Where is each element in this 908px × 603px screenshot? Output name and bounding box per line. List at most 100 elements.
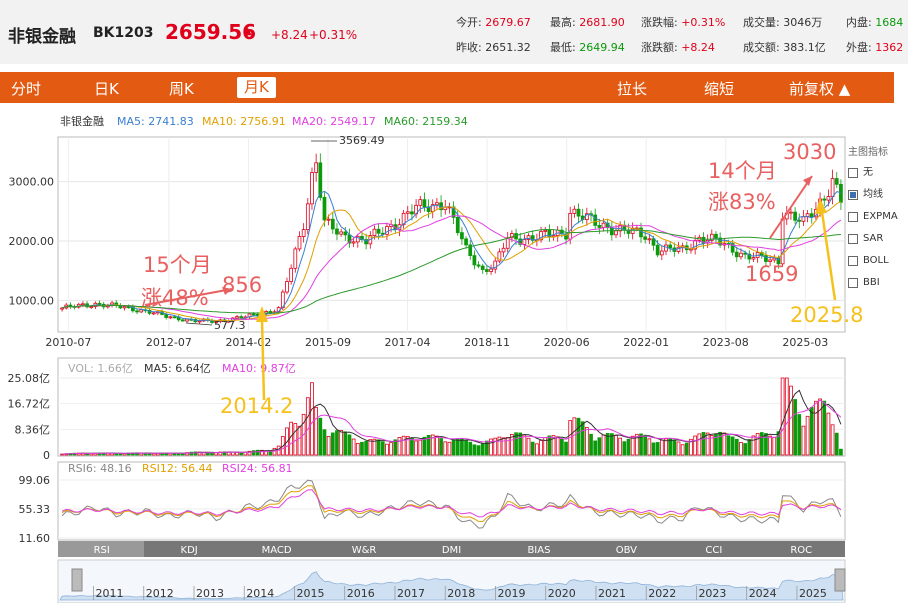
- annotation-1659: 1659: [745, 262, 799, 286]
- candle-body: [81, 303, 85, 306]
- volume-bar: [480, 443, 485, 456]
- volume-bar: [347, 434, 352, 456]
- volume-bar: [310, 382, 314, 456]
- annotation-3030: 3030: [783, 140, 837, 164]
- rsi-legend-rsi12: RSI12: 56.44: [142, 462, 213, 475]
- volume-bar: [668, 438, 673, 456]
- volume-bar: [585, 427, 589, 456]
- indicator-checkbox[interactable]: [848, 190, 858, 200]
- rsi-tick-label: 11.60: [19, 532, 51, 545]
- volume-bar: [693, 435, 698, 456]
- x-tick-label: 2022-01: [623, 336, 669, 349]
- y-tick-label: 3000.00: [9, 176, 55, 189]
- indicator-checkbox[interactable]: [848, 168, 858, 178]
- volume-bar: [805, 415, 810, 456]
- volume-bar: [722, 432, 727, 456]
- indicator-option-label: SAR: [863, 233, 884, 244]
- navigator-right-handle[interactable]: [834, 568, 846, 592]
- indicator-checkbox[interactable]: [848, 256, 858, 266]
- volume-bar: [755, 433, 760, 456]
- y-tick-label: 2000.00: [9, 235, 55, 248]
- candle-body: [122, 306, 127, 309]
- candle-body: [830, 178, 835, 197]
- indicator-tab-macd[interactable]: MACD: [262, 545, 292, 556]
- indicator-checkbox[interactable]: [848, 212, 858, 222]
- volume-bar: [593, 440, 598, 456]
- candle-body: [97, 302, 102, 305]
- navigator-left-handle[interactable]: [71, 568, 83, 592]
- candle-body: [734, 251, 739, 258]
- indicator-tab-obv[interactable]: OBV: [616, 545, 637, 556]
- volume-bar: [747, 439, 752, 456]
- indicator-option-2[interactable]: EXPMA: [848, 206, 908, 228]
- indicator-tab-roc[interactable]: ROC: [790, 545, 812, 556]
- rsi-legend-rsi24: RSI24: 56.81: [222, 462, 293, 475]
- candle-body: [659, 250, 664, 256]
- indicator-option-3[interactable]: SAR: [848, 228, 908, 250]
- price-change: +8.24: [271, 28, 308, 42]
- candle-body: [805, 213, 810, 217]
- volume-bar: [743, 443, 747, 456]
- legend-ma5: MA5: 2741.83: [117, 115, 194, 128]
- volume-bar: [818, 398, 822, 456]
- indicator-checkbox[interactable]: [848, 234, 858, 244]
- fuquan-dropdown[interactable]: 前复权 ▲: [789, 78, 850, 99]
- volume-bar: [343, 431, 348, 456]
- tab-month-k[interactable]: 月K: [237, 77, 276, 98]
- indicator-option-0[interactable]: 无: [848, 162, 908, 184]
- tab-week-k[interactable]: 周K: [169, 78, 194, 99]
- legend-ma10: MA10: 2756.91: [202, 115, 286, 128]
- indicator-option-1[interactable]: 均线: [848, 184, 908, 206]
- candle-body: [572, 208, 577, 214]
- volume-bar: [385, 443, 389, 456]
- indicator-option-4[interactable]: BOLL: [848, 250, 908, 272]
- volume-bar: [318, 417, 323, 456]
- period-tab-bar: 分时 日K 周K 月K 拉长 缩短 前复权 ▲: [0, 72, 894, 103]
- candle-body: [568, 213, 573, 240]
- indicator-tab-rsi[interactable]: RSI: [94, 545, 110, 556]
- indicator-tab-kdj[interactable]: KDJ: [181, 545, 198, 556]
- candle-body: [489, 268, 493, 272]
- volume-bar: [380, 441, 385, 456]
- volume-bar: [609, 433, 614, 456]
- volume-bar: [589, 433, 593, 456]
- candle-body: [318, 162, 323, 198]
- tab-fenshi[interactable]: 分时: [11, 78, 41, 99]
- indicator-tab-dmi[interactable]: DMI: [442, 545, 461, 556]
- quote-high: 最高: 2681.90: [550, 16, 625, 29]
- volume-bar: [797, 414, 802, 456]
- shrink-button[interactable]: 缩短: [704, 78, 734, 99]
- indicator-tab-wr[interactable]: W&R: [352, 545, 377, 556]
- stretch-button[interactable]: 拉长: [617, 78, 647, 99]
- volume-bar: [314, 407, 318, 456]
- volume-bar: [751, 435, 756, 456]
- indicator-tab-bias[interactable]: BIAS: [527, 545, 550, 556]
- volume-bar: [572, 417, 577, 456]
- indicator-checkbox[interactable]: [848, 278, 858, 288]
- candle-body: [235, 316, 239, 319]
- navigator-year-label: 2017: [397, 587, 425, 600]
- volume-bar: [476, 445, 481, 456]
- vol-tick-label: 16.72亿: [8, 398, 51, 411]
- tab-day-k[interactable]: 日K: [94, 78, 119, 99]
- volume-bar: [468, 441, 473, 456]
- candle-body: [330, 218, 335, 230]
- candle-body: [314, 162, 318, 173]
- candle-body: [322, 196, 327, 221]
- indicator-option-label: EXPMA: [863, 211, 898, 222]
- stock-name: 非银金融: [8, 27, 76, 47]
- y-tick-label: 1000.00: [9, 294, 55, 307]
- candle-body: [339, 231, 343, 235]
- volume-bar: [118, 453, 123, 456]
- candle-body: [839, 183, 843, 203]
- indicator-panel-title: 主图指标: [848, 147, 888, 158]
- quote-low: 最低: 2649.94: [550, 41, 625, 54]
- volume-bar: [539, 440, 543, 456]
- volume-bar: [418, 439, 423, 456]
- volume-bar: [839, 448, 843, 456]
- candle-body: [464, 238, 468, 246]
- indicator-option-5[interactable]: BBI: [848, 272, 908, 294]
- volume-bar: [210, 452, 214, 456]
- volume-bar: [576, 417, 581, 456]
- indicator-tab-cci[interactable]: CCI: [705, 545, 722, 556]
